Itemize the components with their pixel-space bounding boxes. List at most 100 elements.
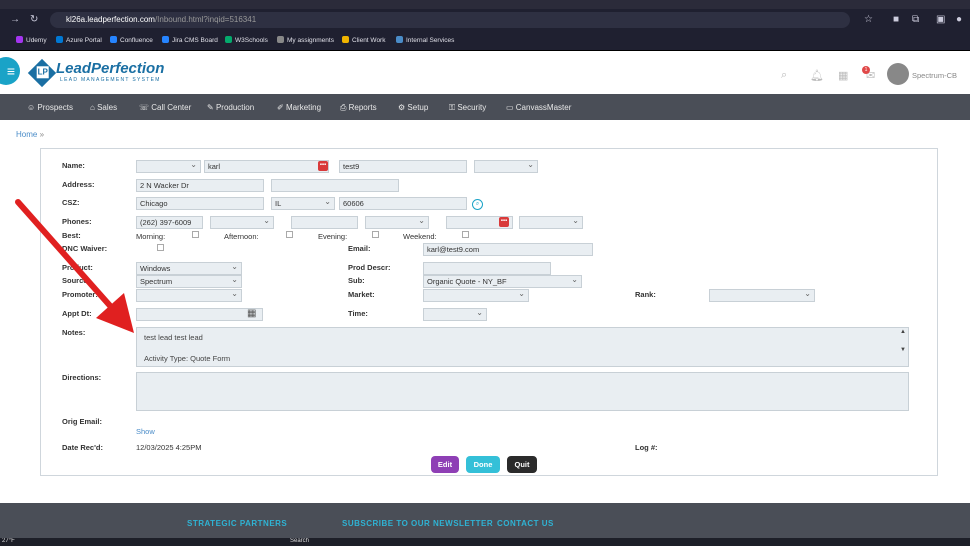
zip-input[interactable]: 60606 [339, 197, 467, 210]
prod-descr-label: Prod Descr: [348, 263, 391, 272]
phone2-type-select[interactable] [365, 216, 429, 229]
forward-icon[interactable]: → [10, 14, 20, 25]
dnc-waiver-checkbox[interactable] [157, 244, 164, 251]
nav-reports[interactable]: ⎙ Reports [340, 103, 377, 113]
browser-tab-strip [0, 0, 970, 9]
best-afternoon-checkbox[interactable] [286, 231, 293, 238]
quit-button[interactable]: Quit [507, 456, 537, 473]
logo-name: LeadPerfection [56, 60, 165, 77]
nav-security[interactable]: ⚿ Security [449, 103, 486, 113]
inbound-lead-form: Name: karl ▪▪▪ test9 Address: 2 N Wacker… [40, 148, 938, 476]
best-morning-checkbox[interactable] [192, 231, 199, 238]
sub-label: Sub: [348, 276, 365, 285]
promoter-label: Promoter: [62, 290, 98, 299]
nav-canvassmaster[interactable]: ▭ CanvassMaster [506, 103, 571, 112]
bookmark-w3schools[interactable]: W3Schools [225, 36, 268, 44]
puzzle-icon[interactable]: ⧉ [912, 14, 919, 25]
done-button[interactable]: Done [466, 456, 500, 473]
nav-marketing[interactable]: ✐ Marketing [277, 103, 321, 112]
nav-label: Prospects [37, 103, 73, 112]
bookmark-assignments[interactable]: My assignments [277, 36, 334, 44]
sub-select[interactable]: Organic Quote - NY_BF [423, 275, 582, 288]
state-select[interactable]: IL [271, 197, 335, 210]
taskbar-search[interactable]: Search [290, 538, 309, 544]
first-name-input[interactable]: karl [204, 160, 329, 173]
username[interactable]: Spectrum-CB [912, 71, 957, 80]
profile-icon[interactable]: ● [956, 14, 962, 25]
last-name-input[interactable]: test9 [339, 160, 467, 173]
notification-badge: 1 [862, 66, 870, 74]
weather-widget[interactable]: 27°F [2, 538, 15, 544]
address-bar[interactable]: kl26a.leadperfection.com/Inbound.html?in… [50, 12, 850, 28]
browser-toolbar: → ↻ kl26a.leadperfection.com/Inbound.htm… [0, 9, 970, 31]
best-morning-label: Morning: [136, 232, 166, 241]
directions-label: Directions: [62, 373, 102, 382]
nav-prospects[interactable]: ☺ Prospects [27, 103, 73, 112]
log-label: Log #: [635, 443, 658, 452]
nav-call-center[interactable]: ☏ Call Center [139, 103, 191, 112]
calendar-picker-icon[interactable]: ▦ [247, 308, 256, 319]
reload-icon[interactable]: ↻ [30, 14, 38, 25]
best-label: Best: [62, 231, 81, 240]
zip-search-icon[interactable]: ⌕ [472, 199, 483, 210]
prod-descr-input[interactable] [423, 262, 551, 275]
bookmark-client-work[interactable]: Client Work [342, 36, 385, 44]
bookmark-label: Azure Portal [66, 37, 102, 44]
breadcrumb-home[interactable]: Home [16, 130, 37, 139]
notes-scrollbar[interactable]: ▲ ▼ [899, 329, 907, 365]
phone1-input[interactable]: (262) 397-6009 [136, 216, 203, 229]
market-select[interactable] [423, 289, 529, 302]
nav-sales[interactable]: ⌂ Sales [90, 103, 117, 112]
name-lookup-button[interactable]: ▪▪▪ [318, 161, 328, 171]
bookmark-internal[interactable]: Internal Services [396, 36, 454, 44]
city-input[interactable]: Chicago [136, 197, 264, 210]
directions-textarea[interactable] [136, 372, 909, 411]
bookmark-label: Udemy [26, 37, 47, 44]
menu-icon[interactable]: ≡ [0, 57, 20, 85]
suffix-select[interactable] [474, 160, 538, 173]
name-label: Name: [62, 161, 85, 170]
bookmark-udemy[interactable]: Udemy [16, 36, 47, 44]
rank-select[interactable] [709, 289, 815, 302]
star-icon[interactable]: ☆ [864, 14, 873, 25]
salutation-select[interactable] [136, 160, 201, 173]
avatar[interactable] [887, 63, 909, 85]
source-select[interactable]: Spectrum [136, 275, 242, 288]
extension-icon[interactable]: ■ [893, 14, 899, 25]
nav-production[interactable]: ✎ Production [207, 103, 254, 112]
sidepanel-icon[interactable]: ▣ [936, 14, 945, 25]
bookmark-jira[interactable]: Jira CMS Board [162, 36, 218, 44]
bookmark-confluence[interactable]: Confluence [110, 36, 153, 44]
csz-label: CSZ: [62, 198, 80, 207]
bookmark-label: Jira CMS Board [172, 37, 218, 44]
bell-icon[interactable]: 🔔︎ [810, 69, 824, 82]
nav-setup[interactable]: ⚙ Setup [398, 103, 428, 112]
address2-input[interactable] [271, 179, 399, 192]
phone3-type-select[interactable] [519, 216, 583, 229]
time-select[interactable] [423, 308, 487, 321]
phone-lookup-button[interactable]: ▪▪▪ [499, 217, 509, 227]
appt-date-input[interactable] [136, 308, 263, 321]
app-header: ≡ LP LeadPerfection LEAD MANAGEMENT SYST… [0, 51, 970, 94]
search-icon[interactable]: ⌕ [781, 69, 787, 82]
best-afternoon-label: Afternoon: [224, 232, 259, 241]
phone2-input[interactable] [291, 216, 358, 229]
calendar-icon[interactable]: ▦ [838, 69, 848, 82]
product-select[interactable]: Windows [136, 262, 242, 275]
phone1-type-select[interactable] [210, 216, 274, 229]
address1-input[interactable]: 2 N Wacker Dr [136, 179, 264, 192]
bookmarks-bar: Udemy Azure Portal Confluence Jira CMS B… [0, 31, 970, 51]
email-input[interactable]: karl@test9.com [423, 243, 593, 256]
rank-label: Rank: [635, 290, 656, 299]
nav-label: Sales [97, 103, 118, 112]
edit-button[interactable]: Edit [431, 456, 459, 473]
appt-dt-label: Appt Dt: [62, 309, 92, 318]
show-orig-email-link[interactable]: Show [136, 427, 155, 436]
url-path: /Inbound.html?inqid=516341 [154, 15, 257, 24]
best-weekend-checkbox[interactable] [462, 231, 469, 238]
notes-textarea[interactable]: test lead test lead Activity Type: Quote… [136, 327, 909, 367]
promoter-select[interactable] [136, 289, 242, 302]
source-label: Source: [62, 276, 90, 285]
bookmark-azure[interactable]: Azure Portal [56, 36, 102, 44]
best-evening-checkbox[interactable] [372, 231, 379, 238]
